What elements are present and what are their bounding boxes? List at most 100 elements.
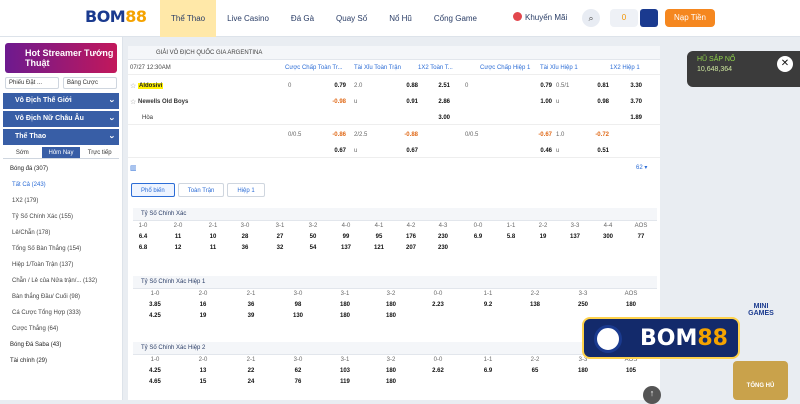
score-odds[interactable]: 230 — [438, 245, 448, 251]
sidebar-item[interactable]: Cược Thắng (64) — [0, 321, 122, 337]
group-womens-euro[interactable]: Vô Địch Nữ Châu Âu — [3, 111, 119, 127]
nav-no-hu[interactable]: Nổ Hũ — [378, 0, 423, 37]
stats-icon[interactable]: ▥ — [130, 164, 137, 172]
avatar[interactable] — [640, 9, 658, 27]
odds-value[interactable]: 2.51 — [428, 83, 450, 89]
odds-value[interactable]: 0.91 — [396, 99, 418, 105]
score-odds[interactable]: 36 — [248, 302, 255, 308]
odds-value[interactable]: 0.79 — [530, 83, 552, 89]
saba-football-category[interactable]: Bóng Đá Saba (43) — [0, 337, 122, 353]
score-odds[interactable]: 180 — [386, 379, 396, 385]
score-odds[interactable]: 2.62 — [432, 368, 444, 374]
odds-value[interactable]: 0.51 — [587, 148, 609, 154]
score-odds[interactable]: 180 — [340, 302, 350, 308]
scroll-top-button[interactable]: ↑ — [643, 386, 661, 404]
more-markets-count[interactable]: 62 ▾ — [636, 164, 647, 171]
tab-half-1[interactable]: Hiệp 1 — [227, 183, 265, 197]
odds-value[interactable]: 3.30 — [620, 83, 642, 89]
odds-value[interactable]: -0.86 — [324, 132, 346, 138]
odds-value[interactable]: -0.88 — [396, 132, 418, 138]
odds-value[interactable]: 0.46 — [530, 148, 552, 154]
bet-list-button[interactable]: Bảng Cược — [63, 77, 117, 89]
close-icon[interactable]: ✕ — [777, 56, 793, 72]
score-odds[interactable]: 300 — [603, 234, 613, 240]
odds-value[interactable]: 0.98 — [587, 99, 609, 105]
bottom-promo[interactable]: TỐNG HỦ — [733, 361, 788, 400]
score-odds[interactable]: 76 — [295, 379, 302, 385]
score-odds[interactable]: 77 — [638, 234, 645, 240]
score-odds[interactable]: 230 — [438, 234, 448, 240]
odds-value[interactable]: -0.72 — [587, 132, 609, 138]
score-odds[interactable]: 15 — [200, 379, 207, 385]
nav-quay-so[interactable]: Quay Số — [325, 0, 378, 37]
score-odds[interactable]: 16 — [200, 302, 207, 308]
sidebar-item[interactable]: Hiệp 1/Toàn Trận (137) — [0, 257, 122, 273]
score-odds[interactable]: 176 — [406, 234, 416, 240]
score-odds[interactable]: 9.2 — [484, 302, 492, 308]
favorite-star-icon[interactable]: ☆ — [130, 98, 136, 106]
odds-value[interactable]: 2.86 — [428, 99, 450, 105]
odds-value[interactable]: 0.67 — [324, 148, 346, 154]
score-odds[interactable]: 50 — [310, 234, 317, 240]
score-odds[interactable]: 27 — [277, 234, 284, 240]
odds-value[interactable]: -0.67 — [530, 132, 552, 138]
score-odds[interactable]: 3.85 — [149, 302, 161, 308]
deposit-button[interactable]: Nạp Tiền — [665, 9, 715, 27]
odds-value[interactable]: 1.89 — [620, 115, 642, 121]
score-odds[interactable]: 137 — [341, 245, 351, 251]
sidebar-item[interactable]: Tổng Số Bàn Thắng (154) — [0, 241, 122, 257]
logo[interactable]: BOM88 — [85, 7, 155, 29]
score-odds[interactable]: 180 — [578, 368, 588, 374]
section-title[interactable]: Tỷ Số Chính Xác Hiệp 1 — [133, 276, 657, 289]
score-odds[interactable]: 103 — [340, 368, 350, 374]
score-odds[interactable]: 6.4 — [139, 234, 147, 240]
score-odds[interactable]: 24 — [248, 379, 255, 385]
score-odds[interactable]: 2.23 — [432, 302, 444, 308]
score-odds[interactable]: 180 — [626, 302, 636, 308]
finance-category[interactable]: Tài chính (29) — [0, 353, 122, 369]
odds-format-select[interactable]: Phiếu Đặt ... — [5, 77, 59, 89]
score-odds[interactable]: 4.25 — [149, 368, 161, 374]
score-odds[interactable]: 121 — [374, 245, 384, 251]
score-odds[interactable]: 95 — [376, 234, 383, 240]
score-odds[interactable]: 11 — [210, 245, 216, 251]
score-odds[interactable]: 4.25 — [149, 313, 161, 319]
sidebar-item[interactable]: Tất Cả (243) — [0, 177, 122, 193]
sidebar-item[interactable]: Chẵn / Lẻ của Nửa trận/... (132) — [0, 273, 122, 289]
sidebar-item[interactable]: Cá Cược Tổng Hợp (333) — [0, 305, 122, 321]
score-odds[interactable]: 138 — [530, 302, 540, 308]
mini-games-button[interactable]: MINI GAMES — [741, 281, 781, 317]
sidebar-item[interactable]: Bàn thắng Đầu/ Cuối (98) — [0, 289, 122, 305]
score-odds[interactable]: 22 — [248, 368, 255, 374]
score-odds[interactable]: 130 — [293, 313, 303, 319]
odds-value[interactable]: 3.70 — [620, 99, 642, 105]
sidebar-item[interactable]: 1X2 (179) — [0, 193, 122, 209]
score-odds[interactable]: 6.8 — [139, 245, 147, 251]
score-odds[interactable]: 6.9 — [474, 234, 482, 240]
score-odds[interactable]: 5.8 — [507, 234, 515, 240]
score-odds[interactable]: 180 — [386, 313, 396, 319]
score-odds[interactable]: 6.9 — [484, 368, 492, 374]
tab-early[interactable]: Sớm — [3, 147, 42, 158]
score-odds[interactable]: 207 — [406, 245, 416, 251]
sidebar-item[interactable]: Tỷ Số Chính Xác (155) — [0, 209, 122, 225]
odds-value[interactable]: 0.88 — [396, 83, 418, 89]
score-odds[interactable]: 19 — [200, 313, 207, 319]
score-odds[interactable]: 99 — [343, 234, 350, 240]
score-odds[interactable]: 4.65 — [149, 379, 161, 385]
score-odds[interactable]: 137 — [570, 234, 580, 240]
search-icon[interactable]: ⌕ — [582, 9, 600, 27]
score-odds[interactable]: 65 — [532, 368, 539, 374]
group-sports[interactable]: Thể Thao — [3, 129, 119, 145]
odds-value[interactable]: 0.67 — [396, 148, 418, 154]
odds-value[interactable]: -0.98 — [324, 99, 346, 105]
section-title[interactable]: Tỷ Số Chính Xác — [133, 208, 657, 221]
score-odds[interactable]: 98 — [295, 302, 302, 308]
score-odds[interactable]: 12 — [175, 245, 182, 251]
nav-the-thao[interactable]: Thể Thao — [160, 0, 217, 37]
odds-value[interactable]: 0.81 — [587, 83, 609, 89]
odds-value[interactable]: 3.00 — [428, 115, 450, 121]
section-title[interactable]: Tỷ Số Chính Xác Hiệp 2 — [133, 342, 657, 355]
nav-live-casino[interactable]: Live Casino — [216, 0, 280, 37]
group-world-cup[interactable]: Vô Địch Thế Giới — [3, 93, 119, 109]
